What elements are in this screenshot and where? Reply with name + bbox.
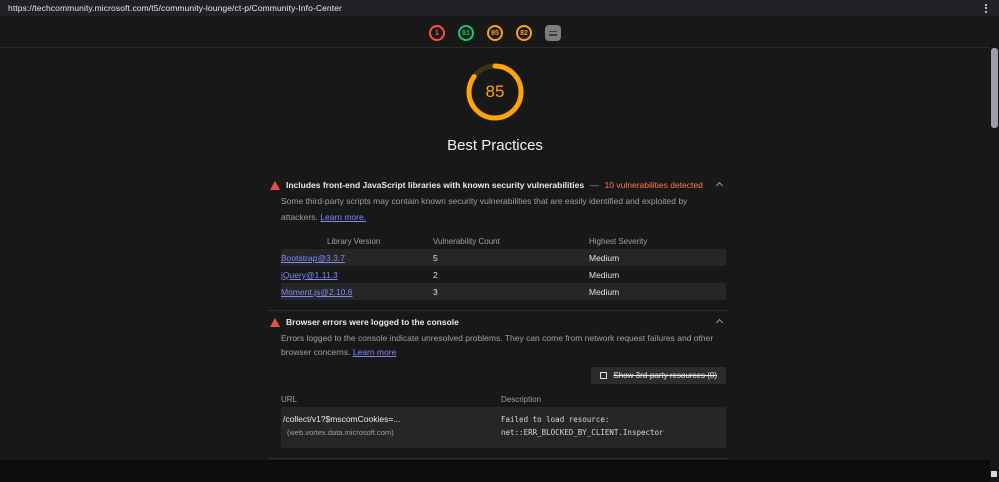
table-row: Bootstrap@3.3.7 5 Medium bbox=[281, 249, 726, 267]
page-url[interactable]: https://techcommunity.microsoft.com/t5/c… bbox=[8, 3, 981, 13]
score-seo[interactable]: 82 bbox=[516, 25, 532, 41]
scrollbar-track[interactable] bbox=[990, 16, 999, 482]
third-party-filter[interactable]: Show 3rd-party resources (0) bbox=[591, 367, 726, 385]
score-performance[interactable]: 1 bbox=[429, 25, 445, 41]
audit-vulnerable-libraries-header[interactable]: Includes front-end JavaScript libraries … bbox=[268, 174, 728, 195]
lighthouse-report: 1 91 85 82 85 Best Practices Includes fr… bbox=[0, 16, 999, 460]
gauge-section: 85 Best Practices bbox=[0, 61, 990, 154]
audit-list: Includes front-end JavaScript libraries … bbox=[268, 174, 728, 459]
bottom-divider bbox=[268, 457, 728, 459]
error-url-host: (web.vortex.data.microsoft.com) bbox=[287, 428, 394, 438]
col-vulnerability-count: Vulnerability Count bbox=[433, 236, 500, 246]
category-title: Best Practices bbox=[447, 137, 543, 154]
audit-console-errors-header[interactable]: Browser errors were logged to the consol… bbox=[268, 311, 728, 332]
browser-url-bar: https://techcommunity.microsoft.com/t5/c… bbox=[0, 0, 999, 16]
audit-title: Includes front-end JavaScript libraries … bbox=[286, 180, 585, 190]
error-url: /collect/v1?$mscomCookies=... bbox=[283, 414, 401, 425]
table-row: jQuery@1.11.3 2 Medium bbox=[281, 266, 726, 283]
vulnerability-count: 2 bbox=[433, 269, 438, 280]
scores-divider bbox=[0, 47, 990, 48]
audit-display-value: 10 vulnerabilities detected bbox=[604, 180, 703, 190]
audit-separator: — bbox=[590, 180, 599, 190]
filter-label: Show 3rd-party resources (0) bbox=[613, 371, 717, 381]
warning-triangle-icon bbox=[270, 317, 280, 327]
scrollbar-corner bbox=[991, 471, 997, 477]
score-accessibility[interactable]: 91 bbox=[458, 25, 474, 41]
col-highest-severity: Highest Severity bbox=[589, 236, 648, 246]
library-link[interactable]: jQuery@1.11.3 bbox=[281, 270, 338, 280]
error-description-line: Failed to load resource: bbox=[501, 415, 610, 425]
severity: Medium bbox=[589, 286, 620, 297]
library-link[interactable]: Moment.js@2.10.6 bbox=[281, 287, 352, 297]
col-description: Description bbox=[501, 395, 542, 405]
error-description-line: net::ERR_BLOCKED_BY_CLIENT.Inspector bbox=[501, 428, 664, 438]
library-link[interactable]: Bootstrap@3.3.7 bbox=[281, 253, 345, 263]
vulnerable-libraries-table: Library Version Vulnerability Count High… bbox=[281, 233, 726, 301]
chevron-up-icon[interactable] bbox=[715, 318, 724, 326]
severity: Medium bbox=[589, 252, 620, 263]
scrollbar-thumb[interactable] bbox=[991, 48, 998, 128]
kebab-menu-icon[interactable] bbox=[981, 2, 991, 15]
table-row: Moment.js@2.10.6 3 Medium bbox=[281, 283, 726, 301]
category-scores-row: 1 91 85 82 bbox=[0, 22, 990, 44]
vulnerability-count: 3 bbox=[433, 286, 438, 297]
audit-console-errors-body: Errors logged to the console indicate un… bbox=[268, 332, 728, 448]
vulnerability-count: 5 bbox=[433, 252, 438, 263]
audit-description: Errors logged to the console indicate un… bbox=[281, 333, 714, 357]
pwa-badge-icon[interactable] bbox=[545, 25, 561, 41]
learn-more-link[interactable]: Learn more. bbox=[320, 211, 366, 225]
chevron-up-icon[interactable] bbox=[715, 181, 724, 189]
table-header-row: Library Version Vulnerability Count High… bbox=[281, 233, 726, 249]
checkbox-icon[interactable] bbox=[600, 372, 608, 380]
table-header-row: URL Description bbox=[281, 392, 726, 407]
console-errors-table: URL Description /collect/v1?$mscomCookie… bbox=[281, 392, 726, 448]
score-best-practices[interactable]: 85 bbox=[487, 25, 503, 41]
table-row: /collect/v1?$mscomCookies=... (web.vorte… bbox=[281, 407, 726, 448]
learn-more-link[interactable]: Learn more bbox=[353, 347, 396, 357]
col-url: URL bbox=[281, 395, 298, 405]
gauge-score-value: 85 bbox=[485, 82, 505, 101]
warning-triangle-icon bbox=[270, 180, 280, 190]
severity: Medium bbox=[589, 269, 620, 280]
audit-vulnerable-libraries-body: Some third-party scripts may contain kno… bbox=[268, 195, 728, 301]
audit-title: Browser errors were logged to the consol… bbox=[286, 317, 459, 328]
best-practices-gauge: 85 bbox=[464, 61, 526, 123]
filter-row: Show 3rd-party resources (0) bbox=[281, 367, 726, 385]
col-library-version: Library Version bbox=[327, 236, 381, 246]
